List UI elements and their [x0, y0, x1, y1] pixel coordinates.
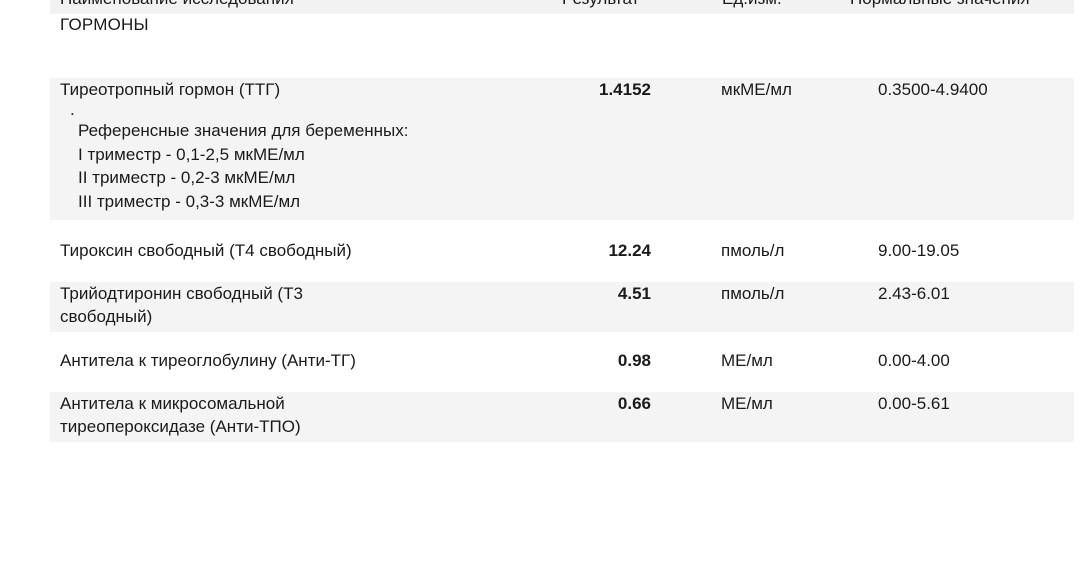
- test-name: Тиреотропный гормон (ТТГ): [60, 80, 281, 99]
- test-norm: 0.00-5.61: [878, 394, 950, 413]
- test-result: 0.66: [617, 394, 651, 413]
- test-unit: МЕ/мл: [721, 351, 773, 370]
- table-header: Наименование исследования Результат Ед.и…: [50, 0, 1074, 14]
- table-row: Антитела к тиреоглобулину (Анти-ТГ) 0.98…: [50, 349, 1074, 381]
- header-name: Наименование исследования: [60, 0, 294, 9]
- test-name: Антитела к тиреоглобулину (Анти-ТГ): [60, 351, 356, 370]
- test-norm: 0.00-4.00: [878, 351, 950, 370]
- test-result: 1.4152: [599, 80, 651, 99]
- note-line: Референсные значения для беременных:: [78, 121, 409, 140]
- table-row: Тиреотропный гормон (ТТГ) 1.4152 мкМЕ/мл…: [50, 78, 1074, 220]
- test-norm: 0.3500-4.9400: [878, 80, 988, 99]
- test-name: Трийодтиронин свободный (Т3 свободный): [60, 284, 303, 326]
- note-line: III триместр - 0,3-3 мкМЕ/мл: [78, 191, 301, 211]
- header-unit: Ед.изм.: [722, 0, 782, 9]
- test-norm: 9.00-19.05: [878, 241, 960, 260]
- test-result: 0.98: [617, 351, 651, 370]
- reference-notes: . Референсные значения для беременных: I…: [70, 101, 409, 213]
- test-result: 4.51: [617, 284, 651, 303]
- table-row: Тироксин свободный (Т4 свободный) 12.24 …: [50, 239, 1074, 271]
- test-unit: пмоль/л: [721, 241, 785, 260]
- test-unit: МЕ/мл: [721, 394, 773, 413]
- note-line: I триместр - 0,1-2,5 мкМЕ/мл: [78, 144, 305, 164]
- test-name: Тироксин свободный (Т4 свободный): [60, 241, 352, 260]
- test-unit: мкМЕ/мл: [721, 80, 792, 99]
- test-result: 12.24: [608, 241, 651, 260]
- test-name: Антитела к микросомальной тиреопероксида…: [60, 394, 301, 436]
- section-title: ГОРМОНЫ: [60, 15, 149, 34]
- table-row: Антитела к микросомальной тиреопероксида…: [50, 392, 1074, 442]
- header-result: Результат: [562, 0, 639, 9]
- note-line: II триместр - 0,2-3 мкМЕ/мл: [78, 168, 296, 187]
- header-norm: Нормальные значения: [850, 0, 1030, 9]
- test-unit: пмоль/л: [721, 284, 785, 303]
- test-norm: 2.43-6.01: [878, 284, 950, 303]
- note-dot: .: [70, 100, 75, 119]
- table-row: Трийодтиронин свободный (Т3 свободный) 4…: [50, 282, 1074, 332]
